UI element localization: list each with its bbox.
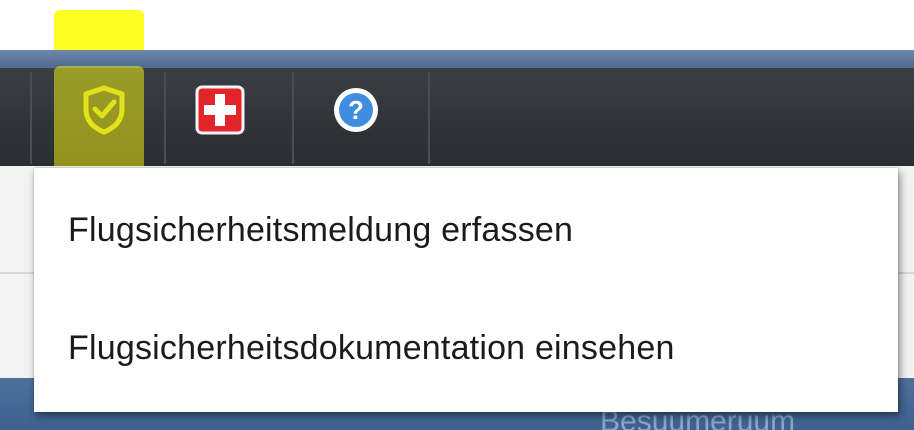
dropdown-menu: Flugsicherheitsmeldung erfassen Flugsich…: [34, 168, 898, 412]
menu-item-report-safety[interactable]: Flugsicherheitsmeldung erfassen: [34, 200, 898, 260]
help-button[interactable]: ?: [326, 80, 386, 140]
toolbar-separator: [164, 72, 166, 164]
first-aid-button[interactable]: [190, 80, 250, 140]
safety-report-button[interactable]: [74, 80, 134, 140]
menu-item-view-safety-docs[interactable]: Flugsicherheitsdokumentation einsehen: [34, 318, 898, 378]
shield-check-icon: [83, 85, 125, 135]
help-icon: ?: [334, 88, 378, 132]
toolbar-separator: [30, 72, 32, 164]
toolbar-separator: [428, 72, 430, 164]
svg-text:?: ?: [348, 95, 364, 125]
toolbar-separator: [292, 72, 294, 164]
first-aid-icon: [195, 85, 245, 135]
app-window: ? Besuumeruum Flugsicherheitsmeldung erf…: [0, 0, 914, 430]
